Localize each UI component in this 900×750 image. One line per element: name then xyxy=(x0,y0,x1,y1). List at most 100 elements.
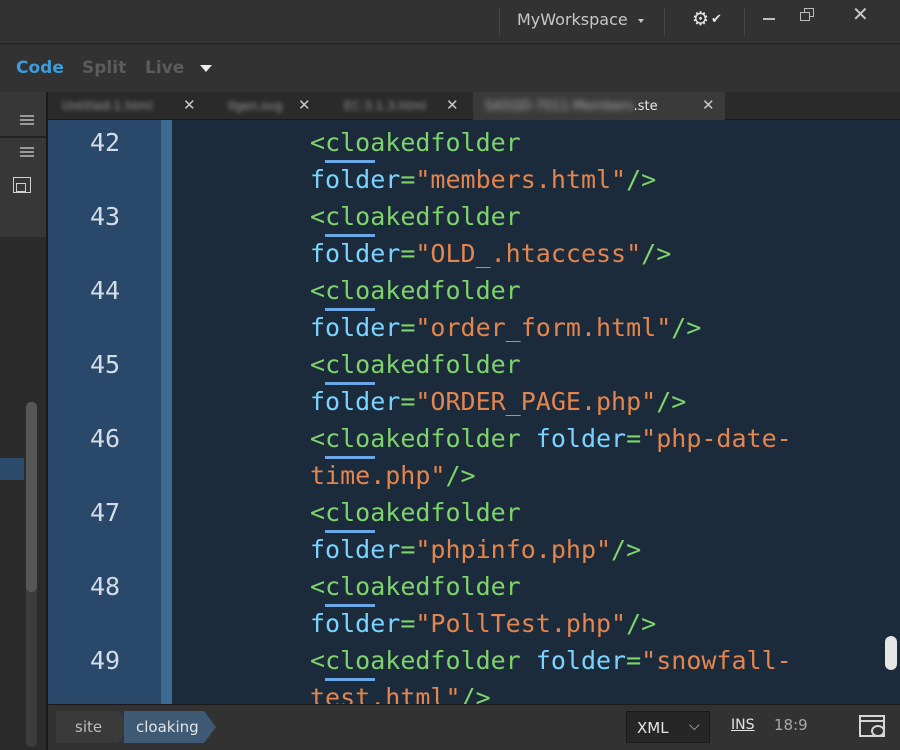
close-icon[interactable]: ✕ xyxy=(852,2,869,26)
preview-icon[interactable] xyxy=(859,715,885,737)
code-view-button[interactable]: Code xyxy=(16,58,64,78)
attr-value: "ORDER_PAGE.php" xyxy=(415,387,657,416)
breadcrumb-cloaking[interactable]: cloaking xyxy=(124,711,216,743)
tag-name: cloakedfolder xyxy=(325,498,521,527)
tag-bracket: < xyxy=(310,350,326,379)
language-label: XML xyxy=(637,719,669,737)
tag-name: cloakedfolder xyxy=(325,646,521,675)
code-line: <cloakedfolder xyxy=(310,498,521,527)
scrollbar-thumb[interactable] xyxy=(26,402,37,592)
tag-close: /> xyxy=(445,461,476,490)
attr-value: "order_form.html" xyxy=(415,313,672,342)
code-line-wrap: folder="PollTest.php"/> xyxy=(310,609,656,638)
tag-bracket: < xyxy=(310,646,326,675)
code-editor[interactable]: 42 <cloakedfolder folder="members.html"/> 4… xyxy=(48,120,900,704)
line-number: 44 xyxy=(90,276,121,305)
split-view-button[interactable]: Split xyxy=(82,58,126,78)
tab-label: Untitled-1.html xyxy=(62,99,153,113)
close-icon[interactable]: ✕ xyxy=(183,96,196,114)
spell-underline xyxy=(325,382,376,385)
attr-value: "phpinfo.php" xyxy=(415,535,612,564)
attr-value: test.html" xyxy=(310,683,461,704)
check-icon[interactable]: ✔ xyxy=(711,12,722,27)
minimize-icon[interactable] xyxy=(760,9,778,23)
spell-underline xyxy=(325,160,376,163)
attr-value: "snowfall- xyxy=(641,646,792,675)
equals: = xyxy=(626,646,642,675)
code-line-wrap: folder="order_form.html"/> xyxy=(310,313,701,342)
tag-close: /> xyxy=(656,387,687,416)
line-number: 43 xyxy=(90,202,121,231)
equals: = xyxy=(400,313,416,342)
attr-name: folder xyxy=(310,609,401,638)
breadcrumb-label: cloaking xyxy=(136,718,199,736)
panel-dock xyxy=(0,92,48,237)
tab-untitled[interactable]: Untitled-1.html ✕ xyxy=(48,92,203,120)
status-bar: site cloaking XML ⌵ INS 18:9 xyxy=(48,704,900,750)
close-icon[interactable]: ✕ xyxy=(446,96,459,114)
spell-underline xyxy=(325,678,376,681)
equals: = xyxy=(400,387,416,416)
workspace-switcher[interactable]: MyWorkspace xyxy=(517,10,628,29)
tag-name: cloakedfolder xyxy=(325,350,521,379)
tag-close: /> xyxy=(626,165,657,194)
document-tab-bar: Untitled-1.html ✕ Ilgen.svg ✕ EC-3.1.3.h… xyxy=(48,92,900,120)
view-bar: Code Split Live xyxy=(0,45,900,92)
tag-name: cloakedfolder xyxy=(325,572,521,601)
view-dropdown-icon[interactable] xyxy=(200,65,212,72)
code-line: <cloakedfolder xyxy=(310,350,521,379)
equals: = xyxy=(400,165,416,194)
close-icon[interactable]: ✕ xyxy=(298,96,311,114)
tag-bracket: < xyxy=(310,572,326,601)
attr-value: "php-date- xyxy=(641,424,792,453)
gear-icon[interactable]: ⚙ xyxy=(692,8,709,30)
line-number: 45 xyxy=(90,350,121,379)
breadcrumb-site[interactable]: site xyxy=(56,711,130,743)
separator xyxy=(499,8,500,36)
tab-active-site[interactable]: SA5QD-7011-Members.ste ✕ xyxy=(473,92,725,120)
attr-name: folder xyxy=(310,313,401,342)
code-area[interactable]: 42 <cloakedfolder folder="members.html"/> 4… xyxy=(48,120,900,704)
tag-bracket: < xyxy=(310,424,326,453)
left-scrollbar[interactable] xyxy=(26,402,37,747)
tab-ilgen[interactable]: Ilgen.svg ✕ xyxy=(206,92,321,120)
attr-name: folder xyxy=(310,535,401,564)
tab-label: Ilgen.svg xyxy=(228,99,283,113)
live-view-button[interactable]: Live xyxy=(145,58,184,78)
panel-icon[interactable] xyxy=(13,177,31,193)
code-line-wrap: folder="members.html"/> xyxy=(310,165,656,194)
selected-row-indicator xyxy=(0,458,24,480)
chevron-down-icon[interactable] xyxy=(638,19,644,23)
line-number: 42 xyxy=(90,128,121,157)
line-number: 49 xyxy=(90,646,121,675)
tag-bracket: < xyxy=(310,498,326,527)
attr-name: folder xyxy=(535,424,627,453)
editor-scrollbar-thumb[interactable] xyxy=(885,636,897,670)
tag-close: /> xyxy=(641,239,672,268)
code-line: <cloakedfolder xyxy=(310,202,521,231)
tag-bracket: < xyxy=(310,202,326,231)
equals: = xyxy=(400,239,416,268)
code-line-wrap: time.php"/> xyxy=(310,461,476,490)
restore-icon[interactable] xyxy=(797,6,821,24)
tag-name: cloakedfolder xyxy=(325,128,521,157)
tag-close: /> xyxy=(626,609,657,638)
code-line: <cloakedfolder xyxy=(310,276,521,305)
equals: = xyxy=(400,535,416,564)
menu-icon[interactable] xyxy=(20,115,34,125)
breadcrumb-label: site xyxy=(75,718,103,736)
tab-label: EC-3.1.3.html xyxy=(344,99,426,113)
spell-underline xyxy=(325,456,376,459)
menu-icon[interactable] xyxy=(20,147,34,157)
insert-mode-toggle[interactable]: INS xyxy=(731,717,755,733)
attr-value: time.php" xyxy=(310,461,446,490)
attr-value: "OLD_.htaccess" xyxy=(415,239,642,268)
language-select[interactable]: XML ⌵ xyxy=(626,711,710,743)
code-line: <cloakedfolder xyxy=(310,128,521,157)
tab-ec[interactable]: EC-3.1.3.html ✕ xyxy=(326,92,468,120)
attr-name: folder xyxy=(310,239,401,268)
attr-name: folder xyxy=(310,165,401,194)
spell-underline xyxy=(325,234,376,237)
close-icon[interactable]: ✕ xyxy=(702,96,715,114)
line-number: 47 xyxy=(90,498,121,527)
